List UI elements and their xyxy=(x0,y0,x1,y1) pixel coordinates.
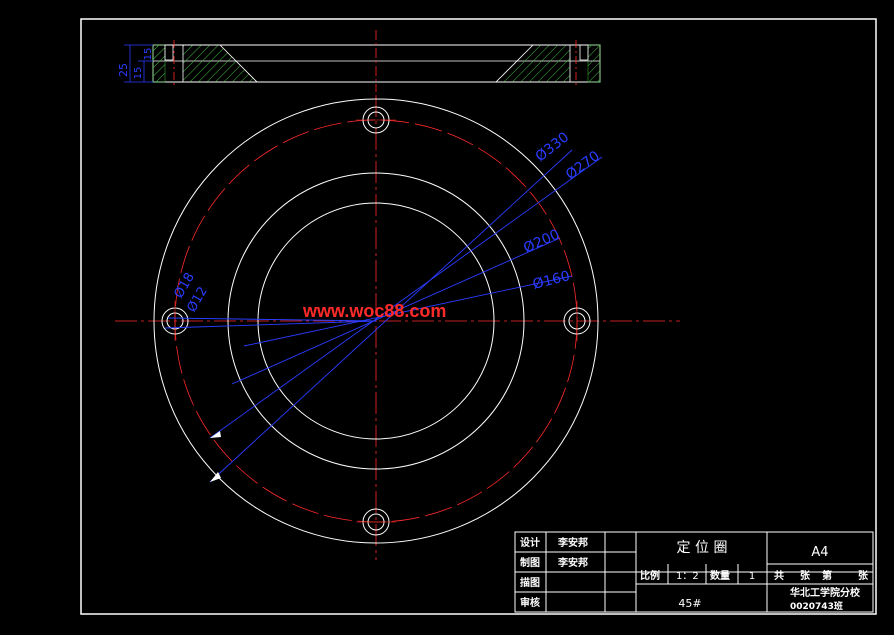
value-designer: 李安邦 xyxy=(557,536,588,549)
dim-step-15-a: 15 xyxy=(133,67,144,80)
label-scale: 比例 xyxy=(640,569,660,582)
cad-drawing: 25 15 15 Ø330 Ø270 Ø200 Ø160 Ø18 Ø12 www… xyxy=(80,18,877,615)
dim-step-15-b: 15 xyxy=(143,48,154,61)
drawing-frame xyxy=(80,18,877,615)
label-draw: 制图 xyxy=(520,556,540,569)
value-drafter: 李安邦 xyxy=(557,556,588,569)
label-sheet-unit: 张 xyxy=(858,569,869,582)
label-sheet-no: 第 xyxy=(822,569,832,582)
dim-diameter-330: Ø330 xyxy=(533,129,573,165)
school-name: 华北工学院分校 xyxy=(790,586,861,599)
watermark: www.woc88.com xyxy=(302,301,446,321)
dim-diameter-200: Ø200 xyxy=(521,227,562,257)
label-total: 共 xyxy=(774,569,784,582)
label-review: 审核 xyxy=(520,596,540,609)
value-scale: 1：2 xyxy=(676,571,699,582)
section-view xyxy=(124,30,601,92)
label-quantity: 数量 xyxy=(710,569,730,582)
dim-diameter-160: Ø160 xyxy=(531,268,571,293)
dim-thickness-25: 25 xyxy=(117,63,130,77)
label-sheets: 张 xyxy=(800,569,811,582)
paper-size: A4 xyxy=(811,545,828,560)
class-code: 0020743班 xyxy=(790,600,843,612)
part-name: 定 位 圈 xyxy=(677,540,728,556)
value-quantity: 1 xyxy=(749,571,755,582)
label-trace: 描图 xyxy=(520,576,540,589)
material: 45# xyxy=(678,597,701,610)
label-design: 设计 xyxy=(520,536,540,549)
